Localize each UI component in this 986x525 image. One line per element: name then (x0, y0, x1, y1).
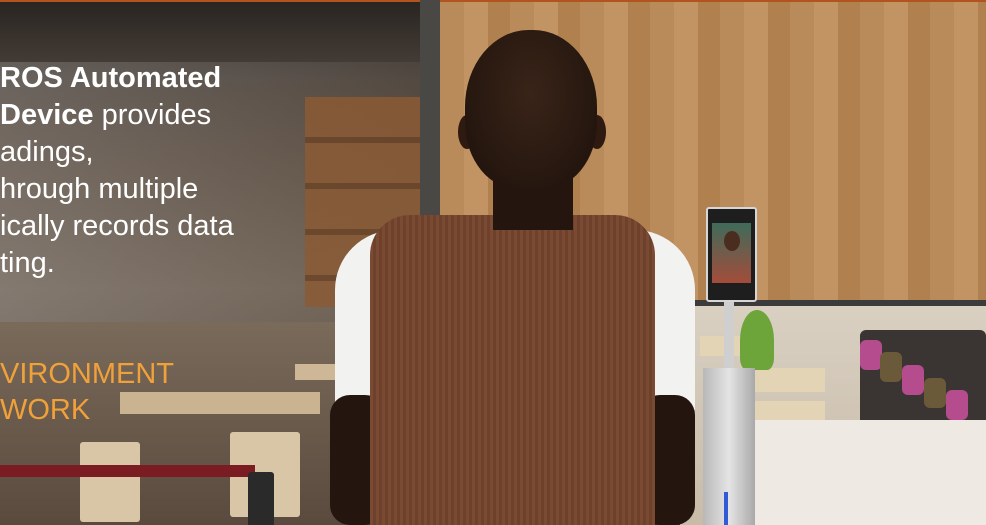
tagline-line: VIRONMENT (0, 358, 174, 390)
headline-line: adings, (0, 136, 94, 168)
queue-rope (0, 465, 255, 477)
sofa (860, 330, 986, 425)
headline-line: ROS Automated (0, 62, 222, 94)
kiosk-indicator-light (724, 492, 728, 525)
stanchion-post (248, 472, 274, 525)
face-icon (724, 231, 740, 251)
pillow (860, 340, 882, 370)
headline-line: hrough multiple (0, 173, 199, 205)
hero-image: ROS Automated Device provides adings, hr… (0, 0, 986, 525)
head (465, 30, 597, 190)
dining-table (755, 368, 825, 392)
kiosk-stand (724, 298, 734, 373)
sweater-vest (370, 215, 655, 525)
chair (80, 442, 140, 522)
headline-line: ting. (0, 247, 55, 279)
headline-line: Device provides (0, 99, 212, 131)
headline-line: ically records data (0, 210, 234, 242)
tagline-line: WORK (0, 394, 91, 426)
headline-text: ROS Automated Device provides adings, hr… (0, 60, 320, 282)
plant (740, 310, 774, 370)
pillow (902, 365, 924, 395)
pillow (880, 352, 902, 382)
tagline-text: VIRONMENT WORK (0, 356, 220, 428)
person (300, 20, 720, 525)
pillow (946, 390, 968, 420)
pillow (924, 378, 946, 408)
counter (750, 420, 986, 525)
